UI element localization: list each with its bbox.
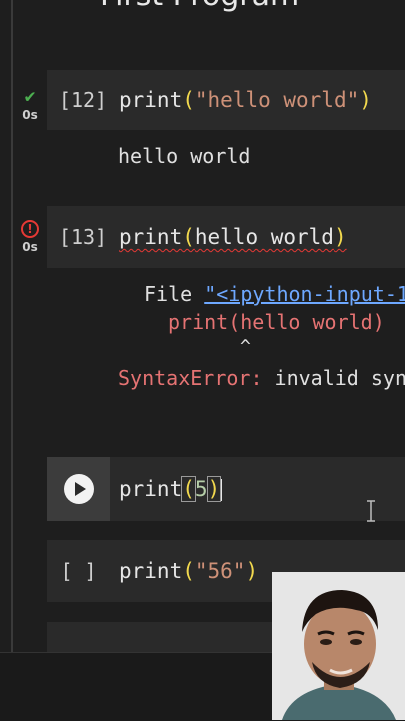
code-cell-active[interactable]: print(5) — [47, 457, 405, 521]
play-icon — [63, 474, 94, 504]
presenter-avatar — [272, 572, 405, 720]
error-circle-icon: ! — [21, 220, 39, 238]
execution-time: 0s — [22, 240, 38, 254]
text-cursor — [220, 479, 223, 501]
execution-count: [12] — [58, 88, 108, 112]
code-editor[interactable]: print(hello world) — [119, 225, 347, 249]
webcam-overlay — [272, 572, 405, 720]
error-file-link[interactable]: "<ipython-input-1 — [204, 282, 405, 306]
error-file-line: File "<ipython-input-1 — [144, 282, 405, 306]
code-editor[interactable]: print("hello world") — [119, 88, 372, 112]
notebook-gutter — [11, 0, 13, 720]
cell-output: hello world — [118, 144, 251, 168]
code-cell[interactable]: [13] print(hello world) — [47, 206, 405, 268]
run-cell-button[interactable] — [47, 457, 110, 521]
execution-count: [ ] — [60, 559, 97, 583]
code-editor[interactable]: print("56") — [119, 559, 258, 583]
error-message: SyntaxError: invalid syn — [118, 366, 405, 390]
cell-status-success: ✔ 0s — [18, 86, 42, 123]
execution-time: 0s — [22, 108, 38, 122]
execution-count: [13] — [58, 225, 108, 249]
code-editor[interactable]: print(5) — [119, 476, 223, 502]
error-caret: ^ — [240, 336, 251, 357]
code-cell[interactable]: [12] print("hello world") — [47, 70, 405, 130]
check-icon: ✔ — [24, 86, 36, 107]
cell-status-error: ! 0s — [18, 220, 42, 254]
ibeam-cursor-icon — [367, 500, 375, 522]
error-code-line: print(hello world) — [168, 310, 385, 334]
page-title: First Program — [100, 0, 299, 13]
